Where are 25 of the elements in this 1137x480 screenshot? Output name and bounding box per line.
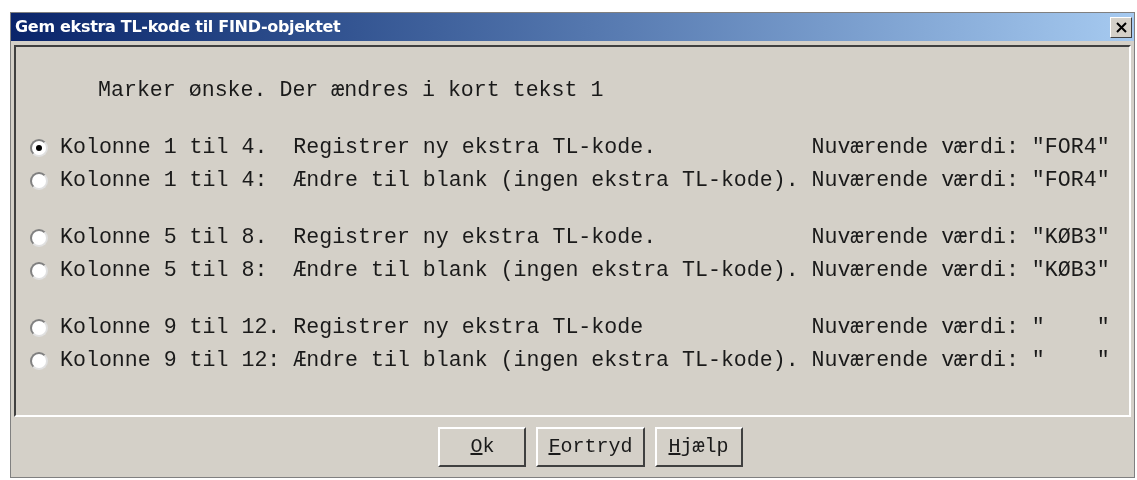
- option-label: Kolonne 5 til 8: Ændre til blank (ingen ekstra TL-kode).: [60, 257, 800, 285]
- option-label: Kolonne 5 til 8. Registrer ny ekstra TL-kode.: [60, 224, 658, 252]
- instruction-text: Marker ønske. Der ændres i kort tekst 1: [98, 77, 605, 104]
- current-value-text: Nuværende værdi: "FOR4": [811, 134, 1110, 162]
- close-icon: [1115, 21, 1127, 33]
- option-label: Kolonne 1 til 4. Registrer ny ekstra TL-kode.: [60, 134, 658, 162]
- current-value-text: Nuværende værdi: "KØB3": [811, 257, 1110, 285]
- current-value-text: Nuværende værdi: " ": [811, 314, 1110, 342]
- radio-button[interactable]: [30, 351, 48, 370]
- current-value-text: Nuværende værdi: "KØB3": [811, 224, 1110, 252]
- radio-button[interactable]: [30, 171, 48, 190]
- option-label: Kolonne 1 til 4: Ændre til blank (ingen ekstra TL-kode).: [60, 167, 800, 195]
- radio-button[interactable]: [30, 318, 48, 337]
- option-label: Kolonne 9 til 12: Ændre til blank (ingen ekstra TL-kode).: [60, 347, 800, 375]
- close-button[interactable]: [1110, 16, 1132, 38]
- dialog-button[interactable]: Fortryd: [536, 427, 645, 467]
- dialog-button[interactable]: Hjælp: [654, 427, 743, 467]
- current-value-text: Nuværende værdi: "FOR4": [811, 167, 1110, 195]
- radio-button[interactable]: [30, 228, 48, 247]
- dialog-button[interactable]: Ok: [438, 427, 527, 467]
- window-title: Gem ekstra TL-kode til FIND-objektet: [15, 16, 341, 38]
- current-value-text: Nuværende værdi: " ": [811, 347, 1110, 375]
- radio-button[interactable]: [30, 261, 48, 280]
- option-label: Kolonne 9 til 12. Registrer ny ekstra TL-kode: [60, 314, 645, 342]
- radio-button[interactable]: [30, 138, 48, 157]
